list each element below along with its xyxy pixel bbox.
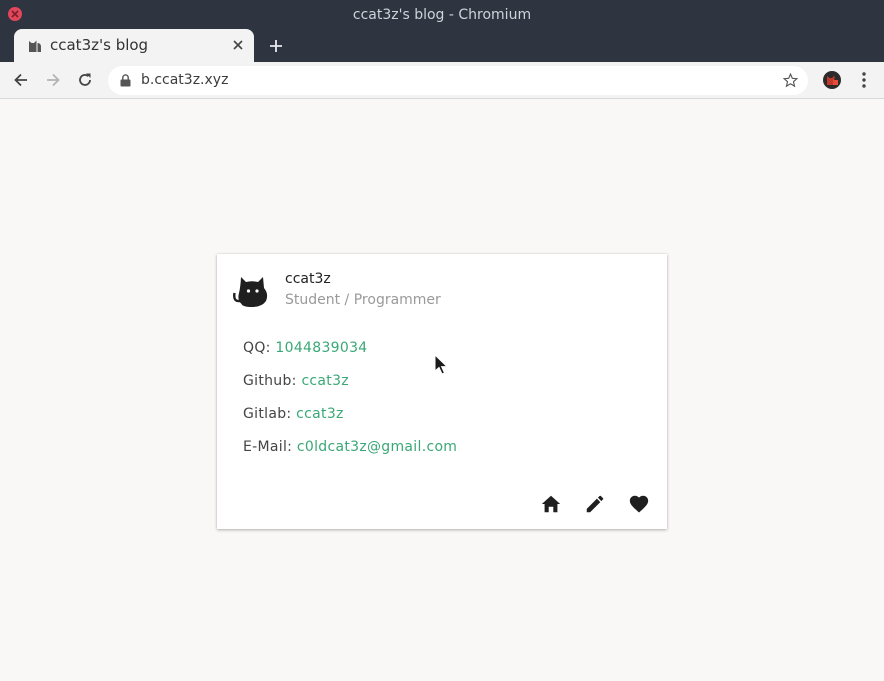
address-bar[interactable]: b.ccat3z.xyz — [108, 66, 808, 95]
contact-label: Gitlab: — [243, 406, 297, 422]
close-icon — [11, 10, 19, 18]
cat-icon — [29, 40, 41, 52]
contact-row-qq: QQ: 1044839034 — [243, 340, 457, 373]
contact-label: QQ: — [243, 340, 276, 356]
tab-strip: ccat3z's blog — [0, 29, 884, 62]
forward-icon[interactable] — [44, 71, 62, 89]
back-icon[interactable] — [12, 71, 30, 89]
cat-icon — [233, 277, 268, 307]
profile-name: ccat3z — [285, 271, 331, 287]
new-tab-icon[interactable] — [266, 36, 286, 56]
extension-icon[interactable] — [822, 70, 842, 90]
contact-link-email[interactable]: c0ldcat3z@gmail.com — [297, 439, 457, 455]
tab-close-icon[interactable] — [232, 39, 244, 51]
lock-icon — [120, 74, 131, 87]
mouse-cursor-icon — [434, 354, 448, 375]
pencil-icon[interactable] — [584, 493, 606, 515]
menu-icon[interactable] — [857, 71, 871, 89]
heart-icon[interactable] — [628, 493, 650, 515]
contact-link-github[interactable]: ccat3z — [301, 373, 349, 389]
url-text: b.ccat3z.xyz — [141, 72, 229, 88]
profile-card: ccat3z Student / Programmer QQ: 10448390… — [217, 254, 667, 529]
contact-label: E-Mail: — [243, 439, 297, 455]
contact-row-github: Github: ccat3z — [243, 373, 457, 406]
tab-title: ccat3z's blog — [50, 36, 149, 54]
contact-link-gitlab[interactable]: ccat3z — [296, 406, 344, 422]
star-icon[interactable] — [782, 72, 799, 89]
profile-role: Student / Programmer — [285, 292, 441, 308]
reload-icon[interactable] — [76, 71, 94, 89]
window-close-button[interactable] — [8, 7, 22, 21]
browser-toolbar: b.ccat3z.xyz — [0, 62, 884, 99]
contact-row-gitlab: Gitlab: ccat3z — [243, 406, 457, 439]
window-titlebar: ccat3z's blog - Chromium — [0, 0, 884, 29]
contact-row-email: E-Mail: c0ldcat3z@gmail.com — [243, 439, 457, 472]
contact-list: QQ: 1044839034 Github: ccat3z Gitlab: cc… — [243, 340, 457, 472]
tab-blog[interactable]: ccat3z's blog — [14, 29, 254, 62]
contact-label: Github: — [243, 373, 302, 389]
contact-link-qq[interactable]: 1044839034 — [275, 340, 367, 356]
home-icon[interactable] — [540, 493, 562, 515]
window-title: ccat3z's blog - Chromium — [352, 6, 532, 23]
